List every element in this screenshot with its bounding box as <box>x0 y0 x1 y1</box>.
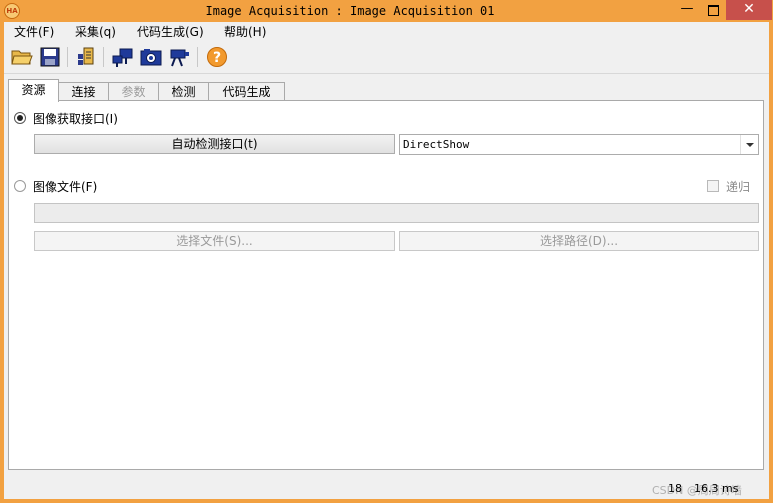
camera-icon <box>140 49 162 66</box>
save-button[interactable] <box>38 46 62 68</box>
menu-file[interactable]: 文件(F) <box>14 23 54 40</box>
tab-parameters: 参数 <box>108 82 159 101</box>
auto-detect-interface-button[interactable]: 自动检测接口(t) <box>34 134 395 154</box>
recursive-checkbox[interactable] <box>707 180 719 192</box>
minimize-button[interactable]: — <box>674 0 700 20</box>
tab-resources[interactable]: 资源 <box>8 79 59 102</box>
connect-icon <box>112 48 133 67</box>
select-files-button[interactable]: 选择文件(S)... <box>34 231 395 251</box>
interface-radio-label[interactable]: 图像获取接口(I) <box>33 110 118 127</box>
file-path-field[interactable] <box>34 203 759 223</box>
menu-help[interactable]: 帮助(H) <box>224 23 266 40</box>
chevron-down-icon[interactable] <box>740 135 758 154</box>
recursive-label: 递归 <box>726 180 751 194</box>
maximize-button[interactable] <box>700 0 726 20</box>
toolbar-separator <box>67 47 68 67</box>
title-bar[interactable]: HA Image Acquisition : Image Acquisition… <box>0 0 773 22</box>
tab-connection[interactable]: 连接 <box>58 82 109 101</box>
live-button[interactable] <box>167 46 191 68</box>
client-area: 文件(F) 采集(q) 代码生成(G) 帮助(H) ? 资源 连接 参数 检测 … <box>4 22 769 499</box>
minimize-icon: — <box>680 1 694 16</box>
toolbar-separator <box>197 47 198 67</box>
tab-code-generation[interactable]: 代码生成 <box>208 82 285 101</box>
toolbar-separator <box>103 47 104 67</box>
svg-text:?: ? <box>213 50 221 66</box>
close-button[interactable]: ✕ <box>726 0 772 20</box>
image-file-radio-label[interactable]: 图像文件(F) <box>33 178 97 195</box>
code-export-icon <box>78 47 94 65</box>
interface-select[interactable]: DirectShow <box>399 134 759 155</box>
connect-button[interactable] <box>111 46 135 68</box>
tab-inspect[interactable]: 检测 <box>158 82 209 101</box>
maximize-icon <box>707 5 719 16</box>
help-button[interactable]: ? <box>205 46 229 68</box>
toolbar: ? <box>4 41 769 74</box>
close-icon: ✕ <box>743 1 755 17</box>
grab-image-button[interactable] <box>139 46 163 68</box>
application-window: HA Image Acquisition : Image Acquisition… <box>0 0 773 503</box>
acquisition-time: 16.3 ms <box>694 482 739 495</box>
export-code-button[interactable] <box>74 46 98 68</box>
menu-acquire[interactable]: 采集(q) <box>75 23 116 40</box>
open-button[interactable] <box>10 46 34 68</box>
status-bar: CSDN @周周诗墙 18 16.3 ms <box>4 477 769 499</box>
interface-radio[interactable] <box>14 112 26 124</box>
select-path-button[interactable]: 选择路径(D)... <box>399 231 759 251</box>
resources-panel: 图像获取接口(I) 自动检测接口(t) DirectShow 图像文件(F) 递… <box>8 100 764 470</box>
interface-select-value: DirectShow <box>403 138 470 151</box>
save-icon <box>40 47 60 67</box>
window-title: Image Acquisition : Image Acquisition 01 <box>205 4 495 18</box>
image-file-radio[interactable] <box>14 180 26 192</box>
detect-icon <box>170 49 189 67</box>
frame-count: 18 <box>668 482 682 495</box>
menu-bar: 文件(F) 采集(q) 代码生成(G) 帮助(H) <box>4 22 769 40</box>
help-icon: ? <box>207 47 227 67</box>
open-folder-icon <box>11 50 33 65</box>
menu-codegen[interactable]: 代码生成(G) <box>137 23 204 40</box>
